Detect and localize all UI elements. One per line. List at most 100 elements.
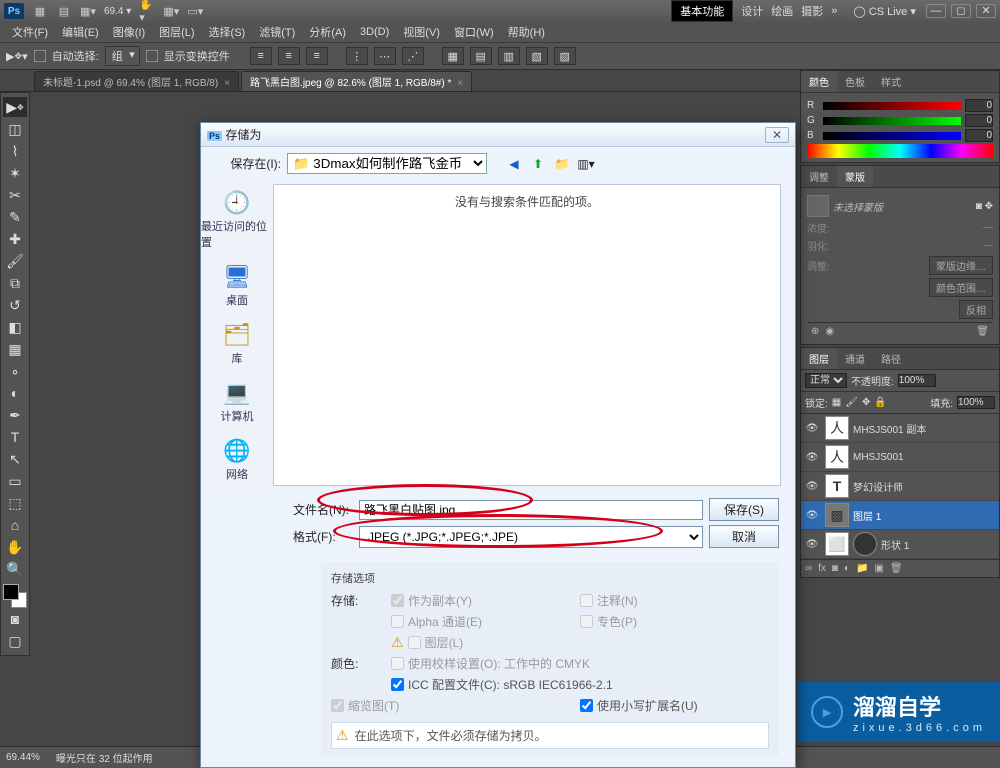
place-recent[interactable]: 🕘最近访问的位置 [201, 184, 273, 254]
dodge-tool-icon[interactable]: ◐ [3, 383, 27, 403]
place-network[interactable]: 🌐网络 [219, 432, 255, 486]
stamp-tool-icon[interactable]: ⧉ [3, 273, 27, 293]
tab-paths[interactable]: 路径 [873, 348, 909, 369]
document-tab[interactable]: 路飞黑白图.jpeg @ 82.6% (图层 1, RGB/8#) *× [241, 71, 472, 91]
menu-layer[interactable]: 图层(L) [153, 22, 200, 42]
chk-proof[interactable]: 使用校样设置(O): 工作中的 CMYK [391, 655, 769, 672]
pen-tool-icon[interactable]: ✒ [3, 405, 27, 425]
lock-all-icon[interactable]: 🔒 [874, 397, 886, 408]
place-desktop[interactable]: 🖥桌面 [219, 258, 255, 312]
chk-as-copy[interactable]: 作为副本(Y) [391, 592, 580, 609]
new-folder-icon[interactable]: 📁 [553, 155, 571, 173]
tab-swatch[interactable]: 色板 [837, 71, 873, 92]
type-tool-icon[interactable]: T [3, 427, 27, 447]
lock-pos-icon[interactable]: ✥ [862, 397, 870, 408]
shape-tool-icon[interactable]: ▭ [3, 471, 27, 491]
close-tab-icon[interactable]: × [224, 78, 230, 89]
tab-adjustments[interactable]: 调整 [801, 166, 837, 187]
wand-tool-icon[interactable]: ✶ [3, 163, 27, 183]
layer-row[interactable]: 👁T梦幻设计师 [801, 472, 999, 501]
chk-notes[interactable]: 注释(N) [580, 592, 769, 609]
layer-row[interactable]: 👁人MHSJS001 [801, 443, 999, 472]
screen-icon[interactable]: ▭▾ [187, 3, 203, 19]
workspace-more-icon[interactable]: » [831, 5, 837, 17]
maximize-button[interactable]: ◻ [951, 4, 971, 18]
visibility-icon[interactable]: 👁 [803, 452, 821, 463]
distribute-v-icon[interactable]: ⋯ [374, 47, 396, 65]
g-slider[interactable] [823, 117, 961, 125]
autoselect-dropdown[interactable]: 组 ▾ [105, 46, 140, 66]
autoselect-checkbox[interactable] [34, 50, 46, 62]
close-button[interactable]: ✕ [976, 4, 996, 18]
layer-row[interactable]: 👁⬜形状 1 [801, 530, 999, 559]
mask-edge-button[interactable]: 蒙版边缘… [929, 256, 993, 275]
lock-pixel-icon[interactable]: 🖌 [845, 397, 858, 408]
zoom-display[interactable]: 69.4 ▾ [104, 6, 131, 17]
move-tool-preset-icon[interactable]: ▶✥▾ [6, 50, 28, 63]
cslive-button[interactable]: ◯ CS Live ▾ [853, 5, 915, 18]
chk-layers[interactable]: ⚠ 图层(L) [391, 634, 769, 651]
eyedrop-tool-icon[interactable]: ✎ [3, 207, 27, 227]
savein-select[interactable]: 📁 3Dmax如何制作路飞金币 [287, 153, 487, 174]
group-icon[interactable]: 📁 [856, 563, 868, 574]
marquee-tool-icon[interactable]: ◫ [3, 119, 27, 139]
color-swatch[interactable] [3, 584, 27, 608]
workspace-photo[interactable]: 摄影 [801, 3, 823, 19]
align-left-icon[interactable]: ≡ [250, 47, 272, 65]
history-tool-icon[interactable]: ↺ [3, 295, 27, 315]
opacity-value[interactable] [898, 374, 936, 387]
minibridge-icon[interactable]: ▤ [56, 3, 72, 19]
tab-channels[interactable]: 通道 [837, 348, 873, 369]
brush-tool-icon[interactable]: 🖌 [3, 251, 27, 271]
distribute-h-icon[interactable]: ⋮ [346, 47, 368, 65]
mask-foot-trash-icon[interactable]: 🗑 [976, 326, 989, 337]
layer-row[interactable]: 👁人MHSJS001 副本 [801, 414, 999, 443]
arrange-icon[interactable]: ▦▾ [163, 3, 179, 19]
arrange-icon-5[interactable]: ▨ [554, 47, 576, 65]
g-value[interactable] [965, 114, 993, 127]
b-value[interactable] [965, 129, 993, 142]
menu-filter[interactable]: 滤镜(T) [253, 22, 301, 42]
adjustment-icon[interactable]: ◐ [844, 563, 850, 574]
new-layer-icon[interactable]: ▣ [874, 563, 883, 574]
close-tab-icon[interactable]: × [457, 78, 463, 89]
chk-thumb[interactable]: 缩览图(T) [331, 697, 580, 714]
fx-icon[interactable]: fx [818, 563, 826, 574]
vector-mask-icon[interactable]: ✥ [985, 201, 993, 212]
zoom-status[interactable]: 69.44% [6, 752, 40, 763]
menu-window[interactable]: 窗口(W) [448, 22, 500, 42]
align-center-icon[interactable]: ≡ [278, 47, 300, 65]
place-computer[interactable]: 💻计算机 [219, 374, 255, 428]
blur-tool-icon[interactable]: ∘ [3, 361, 27, 381]
visibility-icon[interactable]: 👁 [803, 481, 821, 492]
eraser-tool-icon[interactable]: ◧ [3, 317, 27, 337]
lasso-tool-icon[interactable]: ⌇ [3, 141, 27, 161]
hand-icon[interactable]: ✋▾ [139, 3, 155, 19]
hue-ramp[interactable] [807, 144, 993, 158]
arrange-icon-2[interactable]: ▤ [470, 47, 492, 65]
link-layers-icon[interactable]: ∞ [805, 563, 812, 574]
menu-file[interactable]: 文件(F) [6, 22, 54, 42]
cancel-button[interactable]: 取消 [709, 525, 779, 548]
tab-color[interactable]: 颜色 [801, 71, 837, 92]
chk-spot[interactable]: 专色(P) [580, 613, 769, 630]
tab-masks[interactable]: 蒙版 [837, 166, 873, 187]
place-library[interactable]: 🗂库 [219, 316, 255, 370]
zoom-tool-icon[interactable]: 🔍 [3, 559, 27, 579]
mask-foot-icon[interactable]: ⊕ [811, 326, 819, 337]
extras-icon[interactable]: ▦▾ [80, 3, 96, 19]
screenmode-icon[interactable]: ▢ [3, 631, 27, 651]
chk-lcext[interactable]: 使用小写扩展名(U) [580, 697, 769, 714]
fill-value[interactable] [957, 396, 995, 409]
path-tool-icon[interactable]: ↖ [3, 449, 27, 469]
3d-camera-tool-icon[interactable]: ⌂ [3, 515, 27, 535]
filename-input[interactable] [359, 500, 703, 520]
quickmask-icon[interactable]: ◙ [3, 609, 27, 629]
tab-layers[interactable]: 图层 [801, 348, 837, 369]
gradient-tool-icon[interactable]: ▦ [3, 339, 27, 359]
up-folder-icon[interactable]: ⬆ [529, 155, 547, 173]
document-tab[interactable]: 未标题-1.psd @ 69.4% (图层 1, RGB/8)× [34, 71, 239, 91]
workspace-essentials[interactable]: 基本功能 [671, 0, 733, 22]
menu-3d[interactable]: 3D(D) [354, 24, 395, 40]
format-select[interactable]: JPEG (*.JPG;*.JPEG;*.JPE) [359, 526, 703, 548]
